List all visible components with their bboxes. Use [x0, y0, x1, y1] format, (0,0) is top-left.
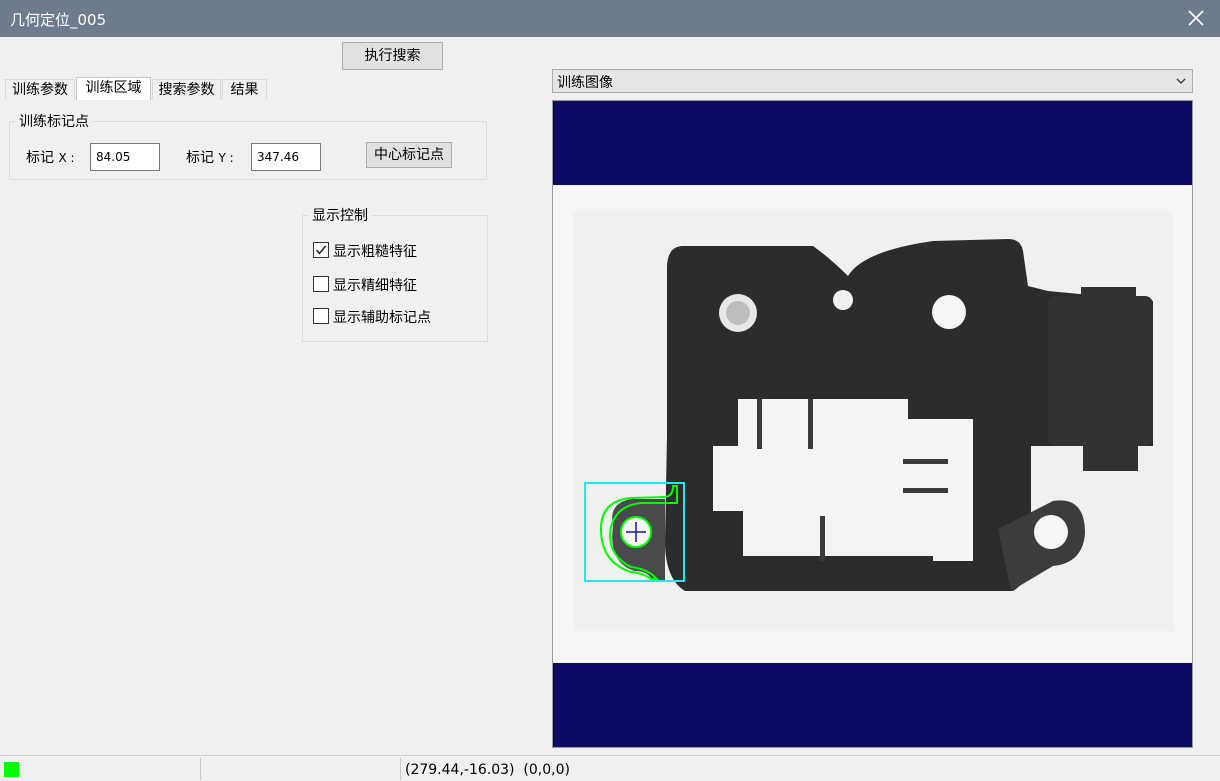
display-control-legend: 显示控制 [309, 205, 371, 225]
train-marker-legend: 训练标记点 [16, 111, 92, 131]
execute-search-button[interactable]: 执行搜索 [342, 42, 443, 70]
image-viewer[interactable] [552, 100, 1193, 748]
close-icon[interactable] [1184, 6, 1208, 30]
cursor-coordinates: (279.44,-16.03) [405, 762, 515, 778]
part-hole [833, 290, 853, 310]
marker-y-label: 标记 Y : [186, 150, 234, 166]
show-aux-markers-label: 显示辅助标记点 [333, 310, 431, 326]
tab-train-params[interactable]: 训练参数 [5, 79, 75, 99]
status-divider [200, 758, 201, 780]
window-title: 几何定位_005 [10, 11, 107, 29]
status-bar: (279.44,-16.03) (0,0,0) [0, 755, 1220, 781]
checkbox-unchecked-icon[interactable] [313, 276, 329, 292]
marker-y-input[interactable] [251, 143, 321, 171]
status-readout: (279.44,-16.03) (0,0,0) [405, 762, 570, 778]
status-divider [400, 758, 401, 780]
marker-x-label: 标记 X : [26, 150, 75, 166]
tab-train-region[interactable]: 训练区域 [76, 77, 151, 100]
image-source-value: 训练图像 [557, 75, 613, 91]
title-bar: 几何定位_005 [0, 0, 1220, 37]
part-window [713, 399, 973, 561]
checkbox-checked-icon[interactable] [313, 242, 329, 258]
center-marker-button[interactable]: 中心标记点 [366, 142, 452, 168]
tab-search-params[interactable]: 搜索参数 [152, 79, 221, 99]
pixel-value: (0,0,0) [523, 762, 570, 778]
image-source-select[interactable]: 训练图像 [552, 69, 1193, 93]
checkbox-unchecked-icon[interactable] [313, 308, 329, 324]
marker-x-input[interactable] [90, 143, 160, 171]
training-image-canvas[interactable] [553, 101, 1193, 748]
tab-results[interactable]: 结果 [222, 79, 267, 99]
show-fine-features-label: 显示精细特征 [333, 278, 417, 294]
chevron-down-icon [1175, 75, 1187, 91]
show-coarse-features-label: 显示粗糙特征 [333, 244, 417, 260]
part-hole [932, 295, 966, 329]
status-indicator [4, 762, 19, 777]
part-connector-block [1048, 296, 1153, 446]
part-hole [1034, 515, 1068, 549]
